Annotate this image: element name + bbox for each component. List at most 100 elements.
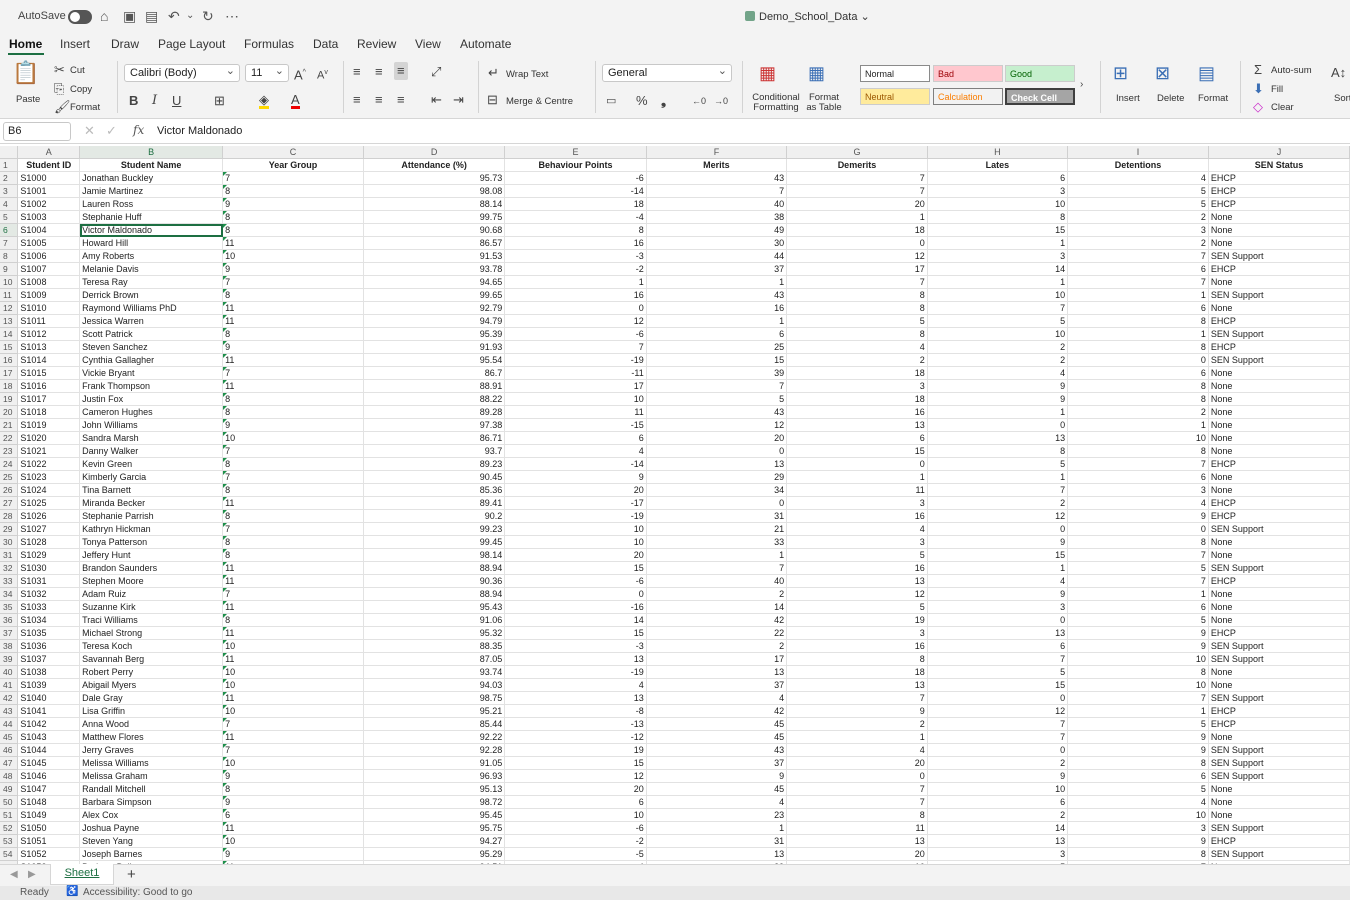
cell[interactable]: 16 — [786, 509, 928, 524]
clear-button[interactable]: Clear — [1271, 102, 1294, 113]
cell[interactable]: S1009 — [17, 288, 81, 303]
cell[interactable]: S1011 — [17, 314, 81, 329]
cell[interactable]: 11 — [222, 600, 364, 615]
column-header-b[interactable]: B — [79, 146, 224, 160]
cell[interactable]: 10 — [222, 756, 364, 771]
delete-cells-button[interactable]: Delete — [1157, 93, 1184, 104]
cell[interactable]: 3 — [786, 535, 928, 550]
cell[interactable]: None — [1208, 665, 1350, 680]
cell[interactable]: 14 — [927, 821, 1069, 836]
copy-icon[interactable]: ⎘ — [54, 81, 64, 97]
column-header-e[interactable]: E — [504, 146, 647, 160]
cell[interactable]: 8 — [222, 184, 364, 199]
cell[interactable]: 89.41 — [363, 496, 506, 511]
cell[interactable]: SEN Support — [1208, 821, 1350, 836]
cell[interactable]: 13 — [927, 626, 1069, 641]
cell[interactable]: SEN Support — [1208, 561, 1350, 576]
fill-icon[interactable]: ⬇ — [1253, 81, 1264, 97]
cell[interactable]: 15 — [504, 756, 647, 771]
cell[interactable]: 15 — [646, 353, 788, 368]
cell[interactable]: 17 — [786, 262, 928, 277]
row-header[interactable]: 49 — [0, 782, 19, 797]
wrap-text-icon[interactable]: ↵ — [488, 65, 499, 81]
cell[interactable]: 16 — [504, 288, 647, 303]
row-header[interactable]: 21 — [0, 418, 19, 433]
cell[interactable]: EHCP — [1208, 457, 1350, 472]
cell[interactable]: 42 — [646, 613, 788, 628]
cell[interactable]: Traci Williams — [79, 613, 224, 628]
cell[interactable]: Robert Perry — [79, 665, 224, 680]
cell[interactable]: Sandra Marsh — [79, 431, 224, 446]
cell[interactable]: 9 — [786, 704, 928, 719]
cell[interactable]: 9 — [222, 769, 364, 784]
cell[interactable]: 45 — [646, 782, 788, 797]
cell[interactable]: EHCP — [1208, 834, 1350, 849]
cell[interactable]: 13 — [646, 665, 788, 680]
row-header[interactable]: 33 — [0, 574, 19, 589]
cell[interactable]: 3 — [786, 496, 928, 511]
cell[interactable]: Justin Fox — [79, 392, 224, 407]
row-header[interactable]: 27 — [0, 496, 19, 511]
cell[interactable]: 8 — [222, 548, 364, 563]
column-header-i[interactable]: I — [1067, 146, 1209, 160]
cell[interactable]: 8 — [504, 223, 647, 238]
cell[interactable]: 89.23 — [363, 457, 506, 472]
cell[interactable]: 43 — [646, 743, 788, 758]
cell[interactable]: S1029 — [17, 548, 81, 563]
cell[interactable]: 0 — [504, 587, 647, 602]
cell[interactable]: S1001 — [17, 184, 81, 199]
cell[interactable]: 3 — [1067, 483, 1209, 498]
cell[interactable]: 1 — [927, 470, 1069, 485]
cell[interactable]: 20 — [504, 548, 647, 563]
font-color-icon[interactable]: A — [291, 93, 300, 109]
cell[interactable]: 16 — [786, 405, 928, 420]
cell[interactable]: John Williams — [79, 418, 224, 433]
cell[interactable]: Cameron Hughes — [79, 405, 224, 420]
cell[interactable]: 4 — [786, 340, 928, 355]
cell[interactable]: S1006 — [17, 249, 81, 264]
font-size-select[interactable]: 11 — [245, 64, 289, 82]
cell[interactable]: 10 — [927, 782, 1069, 797]
cell[interactable]: 3 — [927, 847, 1069, 862]
cell[interactable]: Adam Ruiz — [79, 587, 224, 602]
cell[interactable]: 1 — [1067, 327, 1209, 342]
cell[interactable]: 10 — [504, 522, 647, 537]
style-neutral[interactable]: Neutral — [860, 88, 930, 105]
cell[interactable]: 13 — [504, 691, 647, 706]
cell[interactable]: 1 — [786, 730, 928, 745]
cell[interactable]: 10 — [1067, 652, 1209, 667]
cell[interactable]: Kimberly Garcia — [79, 470, 224, 485]
cell[interactable]: 11 — [222, 353, 364, 368]
cell[interactable]: None — [1208, 366, 1350, 381]
cell[interactable]: EHCP — [1208, 262, 1350, 277]
cell[interactable]: 9 — [1067, 730, 1209, 745]
cell[interactable]: -6 — [504, 171, 647, 186]
cell[interactable]: None — [1208, 795, 1350, 810]
cell[interactable]: 2 — [646, 639, 788, 654]
cell[interactable]: Jerry Graves — [79, 743, 224, 758]
column-title-cell[interactable]: Lates — [927, 158, 1069, 173]
cell[interactable]: 5 — [1067, 197, 1209, 212]
cell[interactable]: Tonya Patterson — [79, 535, 224, 550]
cell[interactable]: S1008 — [17, 275, 81, 290]
cell[interactable]: 97.38 — [363, 418, 506, 433]
cell[interactable]: 1 — [786, 210, 928, 225]
format-as-table-icon[interactable]: ▦ — [808, 64, 825, 82]
wrap-text-button[interactable]: Wrap Text — [506, 69, 548, 80]
column-title-cell[interactable]: Year Group — [222, 158, 364, 173]
cell[interactable]: 16 — [786, 639, 928, 654]
cell[interactable]: None — [1208, 223, 1350, 238]
cell[interactable]: EHCP — [1208, 626, 1350, 641]
cell[interactable]: Brandon Saunders — [79, 561, 224, 576]
cell[interactable]: 8 — [222, 483, 364, 498]
cell[interactable]: 44 — [646, 249, 788, 264]
row-header[interactable]: 32 — [0, 561, 19, 576]
cell[interactable]: 12 — [786, 587, 928, 602]
cell[interactable]: S1045 — [17, 756, 81, 771]
cell[interactable]: 5 — [927, 665, 1069, 680]
cell[interactable]: 15 — [927, 678, 1069, 693]
cell[interactable]: Amy Roberts — [79, 249, 224, 264]
cell[interactable]: 39 — [646, 366, 788, 381]
merge-center-button[interactable]: Merge & Centre — [506, 96, 573, 107]
insert-function-button[interactable]: fx — [133, 123, 144, 137]
